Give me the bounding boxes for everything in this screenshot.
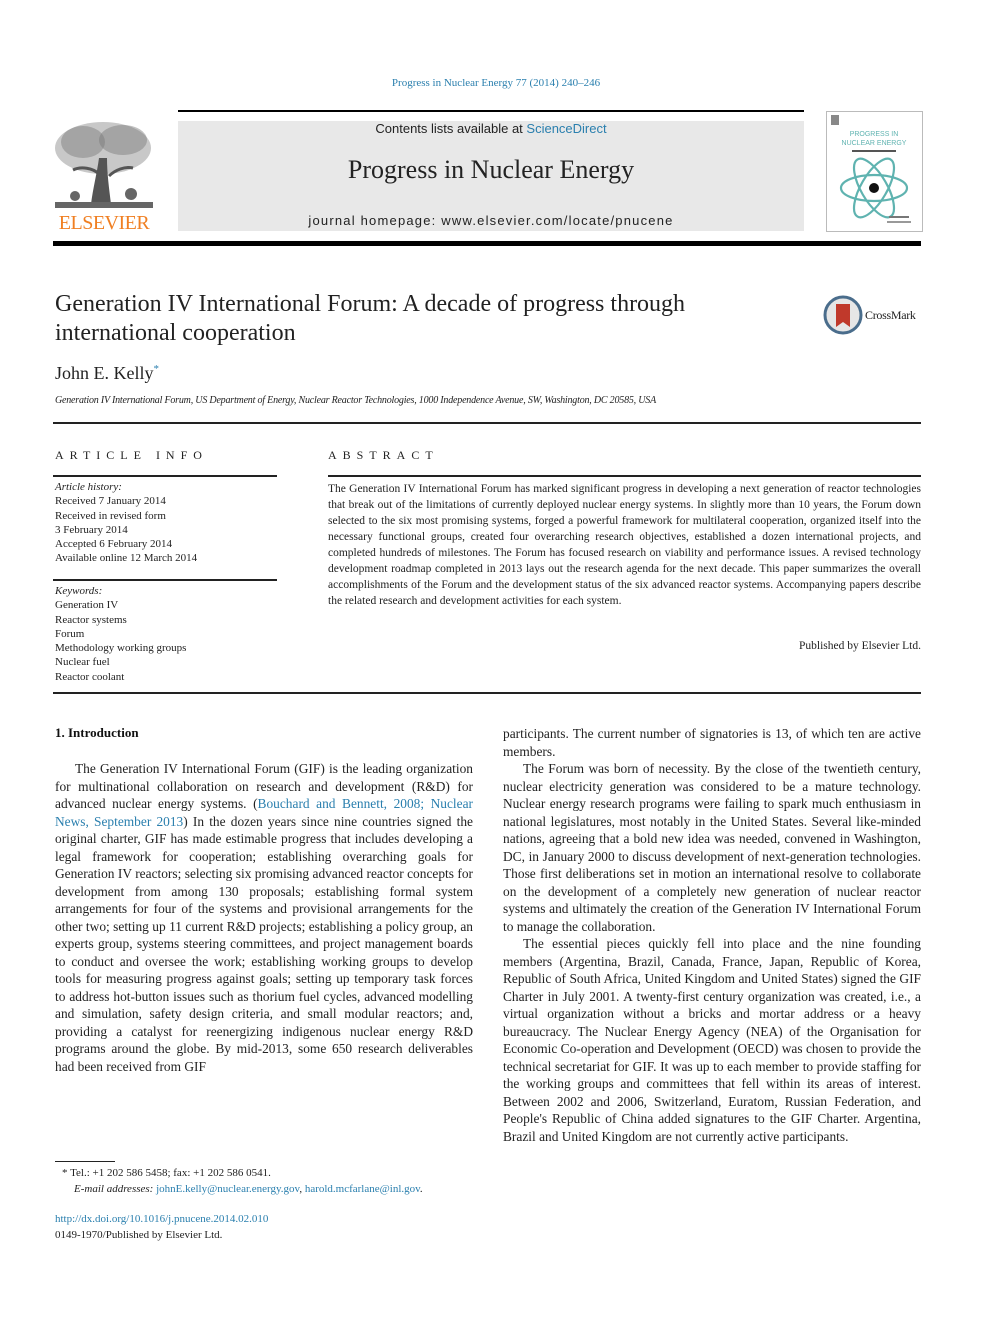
masthead-top-rule (178, 110, 804, 112)
divider (328, 475, 921, 477)
history-item: Available online 12 March 2014 (55, 552, 198, 565)
abstract-heading: ABSTRACT (328, 448, 439, 462)
article-info-heading: ARTICLE INFO (55, 448, 208, 462)
contents-line: Contents lists available at ScienceDirec… (178, 121, 804, 136)
history-item: Received in revised form (55, 509, 166, 522)
paragraph: The essential pieces quickly fell into p… (503, 936, 921, 1144)
paragraph: participants. The current number of sign… (503, 726, 921, 759)
footnote-contact-text: Tel.: +1 202 586 5458; fax: +1 202 586 0… (70, 1167, 271, 1179)
keyword-item: Nuclear fuel (55, 656, 110, 669)
journal-homepage[interactable]: journal homepage: www.elsevier.com/locat… (178, 213, 804, 228)
author-name: John E. Kelly* (55, 363, 159, 384)
contents-prefix: Contents lists available at (375, 121, 527, 136)
divider (53, 579, 277, 581)
divider (53, 692, 921, 694)
abstract-published-by: Published by Elsevier Ltd. (798, 640, 921, 652)
keyword-item: Generation IV (55, 599, 119, 612)
keyword-item: Reactor systems (55, 613, 127, 626)
masthead-bottom-rule (53, 241, 921, 246)
email-link[interactable]: johnE.kelly@nuclear.energy.gov (156, 1183, 299, 1195)
atom-nucleus (869, 183, 879, 193)
email-label: E-mail addresses: (74, 1183, 154, 1195)
paragraph: The Forum was born of necessity. By the … (503, 761, 921, 934)
author-affiliation: Generation IV International Forum, US De… (55, 395, 657, 406)
crossmark-button[interactable]: CrossMark (823, 295, 923, 337)
footnote-marker: * (62, 1167, 68, 1179)
journal-citation-link[interactable]: Progress in Nuclear Energy 77 (2014) 240… (0, 77, 992, 89)
journal-masthead: Contents lists available at ScienceDirec… (178, 121, 804, 231)
sciencedirect-link[interactable]: ScienceDirect (526, 121, 606, 136)
elsevier-tree-icon (53, 118, 155, 210)
cover-title-line1: PROGRESS IN (850, 131, 899, 138)
footnote-contact: * Tel.: +1 202 586 5458; fax: +1 202 586… (62, 1165, 423, 1181)
divider (53, 475, 277, 477)
history-item: 3 February 2014 (55, 523, 128, 536)
doi-link[interactable]: http://dx.doi.org/10.1016/j.pnucene.2014… (55, 1211, 268, 1227)
section-heading: 1. Introduction (55, 725, 139, 740)
footnote-rule (55, 1161, 115, 1162)
history-item: Accepted 6 February 2014 (55, 538, 172, 551)
issn-line: 0149-1970/Published by Elsevier Ltd. (55, 1229, 223, 1241)
crossmark-icon (823, 295, 863, 335)
footnote-emails: E-mail addresses: johnE.kelly@nuclear.en… (62, 1181, 423, 1197)
author-name-text[interactable]: John E. Kelly (55, 363, 154, 383)
keywords-list: Keywords: Generation IV Reactor systems … (55, 584, 186, 684)
keyword-item: Forum (55, 627, 85, 640)
article-title: Generation IV International Forum: A dec… (55, 291, 686, 346)
email-link[interactable]: harold.mcfarlane@inl.gov (305, 1183, 420, 1195)
article-history: Article history: Received 7 January 2014… (55, 480, 197, 566)
cover-title-line2: NUCLEAR ENERGY (842, 140, 907, 147)
divider (53, 422, 921, 424)
body-column-left: The Generation IV International Forum (G… (55, 760, 473, 1075)
history-label: Article history: (55, 481, 122, 493)
keywords-label: Keywords: (55, 585, 103, 597)
crossmark-label: CrossMark (865, 308, 916, 322)
body-column-right: participants. The current number of sign… (503, 725, 921, 1145)
email-end: . (419, 1183, 423, 1195)
journal-cover-thumbnail[interactable]: PROGRESS IN NUCLEAR ENERGY (826, 111, 923, 232)
paragraph-text: ) In the dozen years since nine countrie… (55, 813, 473, 1074)
abstract-text: The Generation IV International Forum ha… (328, 483, 921, 607)
author-footnote: * Tel.: +1 202 586 5458; fax: +1 202 586… (62, 1165, 423, 1197)
doi-block: http://dx.doi.org/10.1016/j.pnucene.2014… (55, 1211, 268, 1243)
keyword-item: Methodology working groups (55, 642, 187, 655)
author-footnote-marker[interactable]: * (154, 363, 160, 375)
keyword-item: Reactor coolant (55, 670, 125, 683)
paragraph: The Generation IV International Forum (G… (55, 760, 473, 1075)
journal-name: Progress in Nuclear Energy (347, 155, 635, 184)
history-item: Received 7 January 2014 (55, 495, 166, 508)
journal-cover-icon: PROGRESS IN NUCLEAR ENERGY (831, 115, 911, 223)
elsevier-wordmark: ELSEVIER (58, 212, 150, 234)
